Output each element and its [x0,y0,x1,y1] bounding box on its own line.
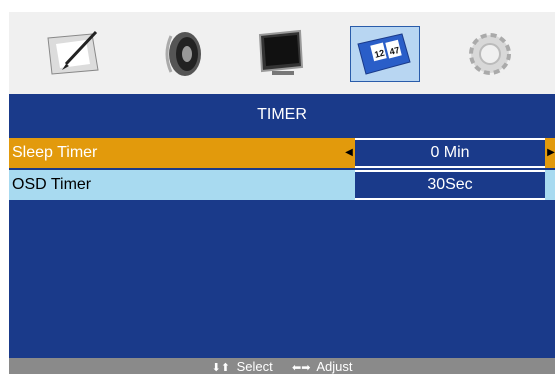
osd-timer-label: OSD Timer [12,176,92,193]
clock-flip-icon: 12 47 [357,33,411,75]
page-title: TIMER [257,106,307,123]
help-footer: ⬇⬆ Select ⬅➡ Adjust [9,358,555,374]
arrow-right-icon[interactable]: ▶ [545,138,557,168]
sleep-timer-value[interactable]: 0 Min [355,138,545,168]
tab-timer[interactable]: 12 47 [350,26,420,82]
sleep-timer-label: Sleep Timer [12,144,98,161]
speaker-icon [165,32,201,76]
osd-menu: 12 47 TIMER Sleep Timer ◀ 0 Min ▶ OSD Ti… [9,12,555,374]
up-down-arrows-icon: ⬇⬆ [211,362,230,374]
menu-icon-bar: 12 47 [9,12,555,94]
adjust-hint: Adjust [316,359,353,374]
menu-row-osd-timer[interactable]: OSD Timer 30Sec [9,170,555,200]
tab-picture[interactable] [39,26,109,82]
tab-setup[interactable] [455,26,525,82]
tab-screen[interactable] [247,26,317,82]
select-hint: Select [236,359,273,374]
menu-row-sleep-timer[interactable]: Sleep Timer ◀ 0 Min ▶ [9,138,555,168]
arrow-left-icon[interactable]: ◀ [343,138,355,168]
tab-sound[interactable] [149,26,219,82]
picture-pen-icon [47,30,99,75]
left-right-arrows-icon: ⬅➡ [291,362,311,374]
gear-icon [469,33,511,75]
osd-timer-value[interactable]: 30Sec [355,170,545,200]
monitor-icon [258,29,304,75]
